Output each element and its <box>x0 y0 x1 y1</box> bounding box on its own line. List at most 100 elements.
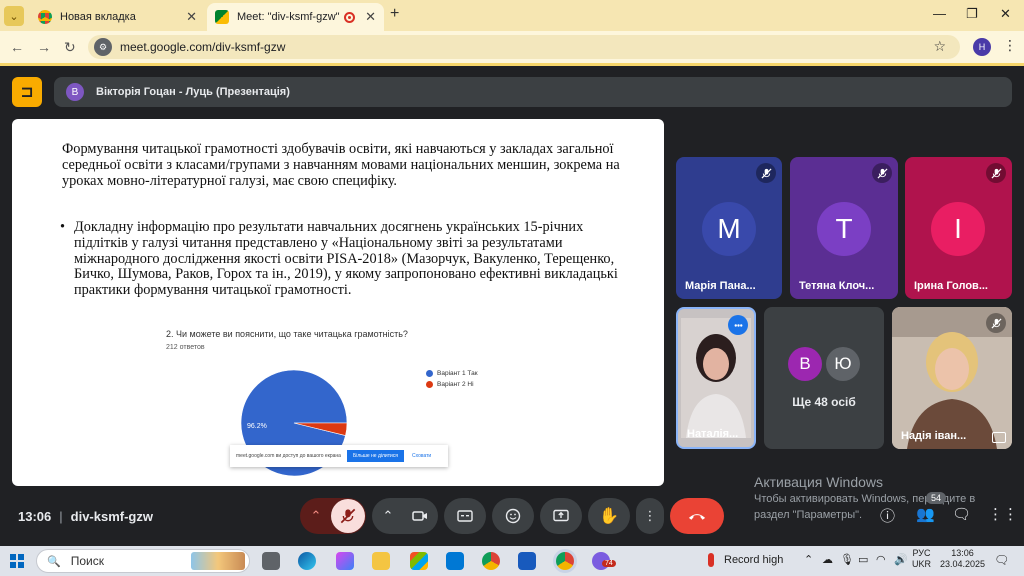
tab-meet[interactable]: Meet: "div-ksmf-gzw" ✕ <box>207 3 384 31</box>
pie-slice-label: 96.2% <box>247 423 267 430</box>
restore-icon[interactable]: ❐ <box>966 6 978 22</box>
thermometer-icon <box>708 553 714 567</box>
leave-call-button[interactable] <box>670 498 724 534</box>
task-view-icon[interactable] <box>262 552 280 570</box>
file-explorer-icon[interactable] <box>372 552 390 570</box>
store-icon[interactable] <box>410 552 428 570</box>
more-options-button[interactable]: ⋮ <box>636 498 664 534</box>
participant-name: Марія Пана... <box>685 280 756 292</box>
participant-tile[interactable]: М Марія Пана... <box>676 157 782 299</box>
tab-search-chevron-icon[interactable]: ⌄ <box>4 6 24 26</box>
new-tab-plus-icon[interactable]: + <box>390 5 399 23</box>
share-text: meet.google.com ви доступ до вашого екра… <box>236 453 341 459</box>
camera-options-chevron-icon[interactable]: ⌃ <box>373 508 403 524</box>
outlook-icon[interactable] <box>446 552 464 570</box>
close-window-icon[interactable]: ✕ <box>1000 6 1011 22</box>
meeting-info: 13:06 | div-ksmf-gzw <box>18 509 153 524</box>
hang-up-icon <box>688 514 706 520</box>
back-arrow-icon[interactable]: ← <box>10 39 24 55</box>
windows-start-icon[interactable] <box>10 554 24 568</box>
browser-toolbar: ← → ↻ ⚙ meet.google.com/div-ksmf-gzw ☆ Н… <box>0 31 1024 63</box>
raise-hand-button[interactable]: ✋ <box>588 498 630 534</box>
hand-icon: ✋ <box>599 508 619 525</box>
battery-icon[interactable]: ▭ <box>858 553 868 566</box>
more-participants-tile[interactable]: В Ю Ще 48 осіб <box>764 307 884 449</box>
chrome-active-icon[interactable] <box>556 552 574 570</box>
tab-title: Новая вкладка <box>60 11 136 23</box>
participant-name: Наталія... <box>687 428 739 440</box>
clock-date: 23.04.2025 <box>940 559 986 569</box>
search-placeholder: Поиск <box>70 554 104 568</box>
tab-title: Meet: "div-ksmf-gzw" <box>237 11 340 23</box>
mic-muted-icon[interactable] <box>331 499 365 533</box>
muted-mic-icon <box>872 163 892 183</box>
screen-share-bar: meet.google.com ви доступ до вашого екра… <box>230 445 448 467</box>
pip-icon[interactable] <box>992 432 1006 443</box>
taskbar-clock[interactable]: 13:06 23.04.2025 <box>940 548 985 570</box>
legend-item: Варіант 1 Так <box>426 370 478 377</box>
address-bar[interactable]: ⚙ meet.google.com/div-ksmf-gzw ☆ <box>88 35 960 59</box>
chrome-icon[interactable] <box>482 552 500 570</box>
mic-tray-icon[interactable]: 🎙 <box>840 553 854 566</box>
legend-dot <box>426 381 433 388</box>
notification-center-icon[interactable]: 🗨 <box>994 553 1009 567</box>
slide-bullet-paragraph: • Докладну інформацію про результати нав… <box>60 219 625 299</box>
participant-name: Ірина Голов... <box>914 280 988 292</box>
site-settings-icon[interactable]: ⚙ <box>94 38 112 56</box>
weather-widget[interactable]: Record high <box>708 553 783 567</box>
word-icon[interactable] <box>518 552 536 570</box>
bookmark-star-icon[interactable]: ☆ <box>933 38 946 55</box>
activation-text: раздел "Параметры". <box>754 509 863 521</box>
activities-grid-icon[interactable]: ⋮⋮ <box>988 505 1018 523</box>
language-layout: UKR <box>912 559 932 569</box>
muted-mic-icon <box>756 163 776 183</box>
tray-chevron-icon[interactable]: ⌃ <box>804 553 813 566</box>
participant-avatar: І <box>931 202 985 256</box>
presenter-avatar: В <box>66 83 84 101</box>
weather-label: Record high <box>724 554 784 566</box>
onedrive-icon[interactable]: ☁ <box>822 553 833 566</box>
wifi-icon[interactable]: ◠ <box>876 553 886 566</box>
minimize-icon[interactable]: — <box>933 6 946 21</box>
close-tab-icon[interactable]: ✕ <box>365 9 376 25</box>
people-icon[interactable]: 👥 <box>916 505 935 523</box>
legend-dot <box>426 370 433 377</box>
chat-icon[interactable]: 🗨 <box>952 505 971 523</box>
windows-taskbar: 🔍 Поиск <box>0 546 1024 576</box>
profile-avatar[interactable]: Н <box>973 38 991 56</box>
bullet: • <box>60 219 66 235</box>
taskbar-search[interactable]: 🔍 Поиск <box>36 549 250 573</box>
copilot-icon[interactable] <box>336 552 354 570</box>
edge-icon[interactable] <box>298 552 316 570</box>
meeting-details-icon[interactable]: ⓘ <box>880 505 895 526</box>
participant-tile[interactable]: Надія іван... <box>892 307 1012 449</box>
participant-video <box>681 318 751 438</box>
participant-tile[interactable]: Т Тетяна Клоч... <box>790 157 898 299</box>
hide-share-bar-button[interactable]: Сховати <box>412 453 431 459</box>
browser-menu-icon[interactable]: ⋮ <box>1003 37 1017 54</box>
presenter-bar: В Вікторія Гоцан - Луць (Презентація) <box>54 77 1012 107</box>
meeting-code: div-ksmf-gzw <box>70 509 153 524</box>
exit-presentation-icon[interactable]: ⊐ <box>12 77 42 107</box>
mic-control: ⌃ <box>300 498 366 534</box>
more-vert-icon: ⋮ <box>643 508 657 523</box>
forward-arrow-icon[interactable]: → <box>37 39 51 55</box>
participant-avatar: Ю <box>826 347 860 381</box>
mic-options-chevron-icon[interactable]: ⌃ <box>301 508 331 524</box>
present-button[interactable] <box>540 498 582 534</box>
reload-icon[interactable]: ↻ <box>64 39 76 56</box>
tab-new-tab[interactable]: Новая вкладка ✕ <box>30 3 205 31</box>
search-icon: 🔍 <box>47 555 61 568</box>
language-indicator[interactable]: РУС UKR <box>912 548 931 570</box>
reactions-button[interactable] <box>492 498 534 534</box>
participant-tile[interactable]: І Ірина Голов... <box>905 157 1012 299</box>
slide-paragraph: Докладну інформацію про результати навча… <box>74 219 618 299</box>
close-tab-icon[interactable]: ✕ <box>186 9 197 25</box>
volume-icon[interactable]: 🔊 <box>894 553 908 566</box>
clock-time: 13:06 <box>951 548 974 558</box>
camera-icon[interactable] <box>403 508 437 524</box>
stop-sharing-button[interactable]: Більше не ділитися <box>346 450 405 462</box>
language-code: РУС <box>912 548 931 558</box>
participant-tile-speaking[interactable]: Наталія... <box>676 307 756 449</box>
captions-button[interactable] <box>444 498 486 534</box>
